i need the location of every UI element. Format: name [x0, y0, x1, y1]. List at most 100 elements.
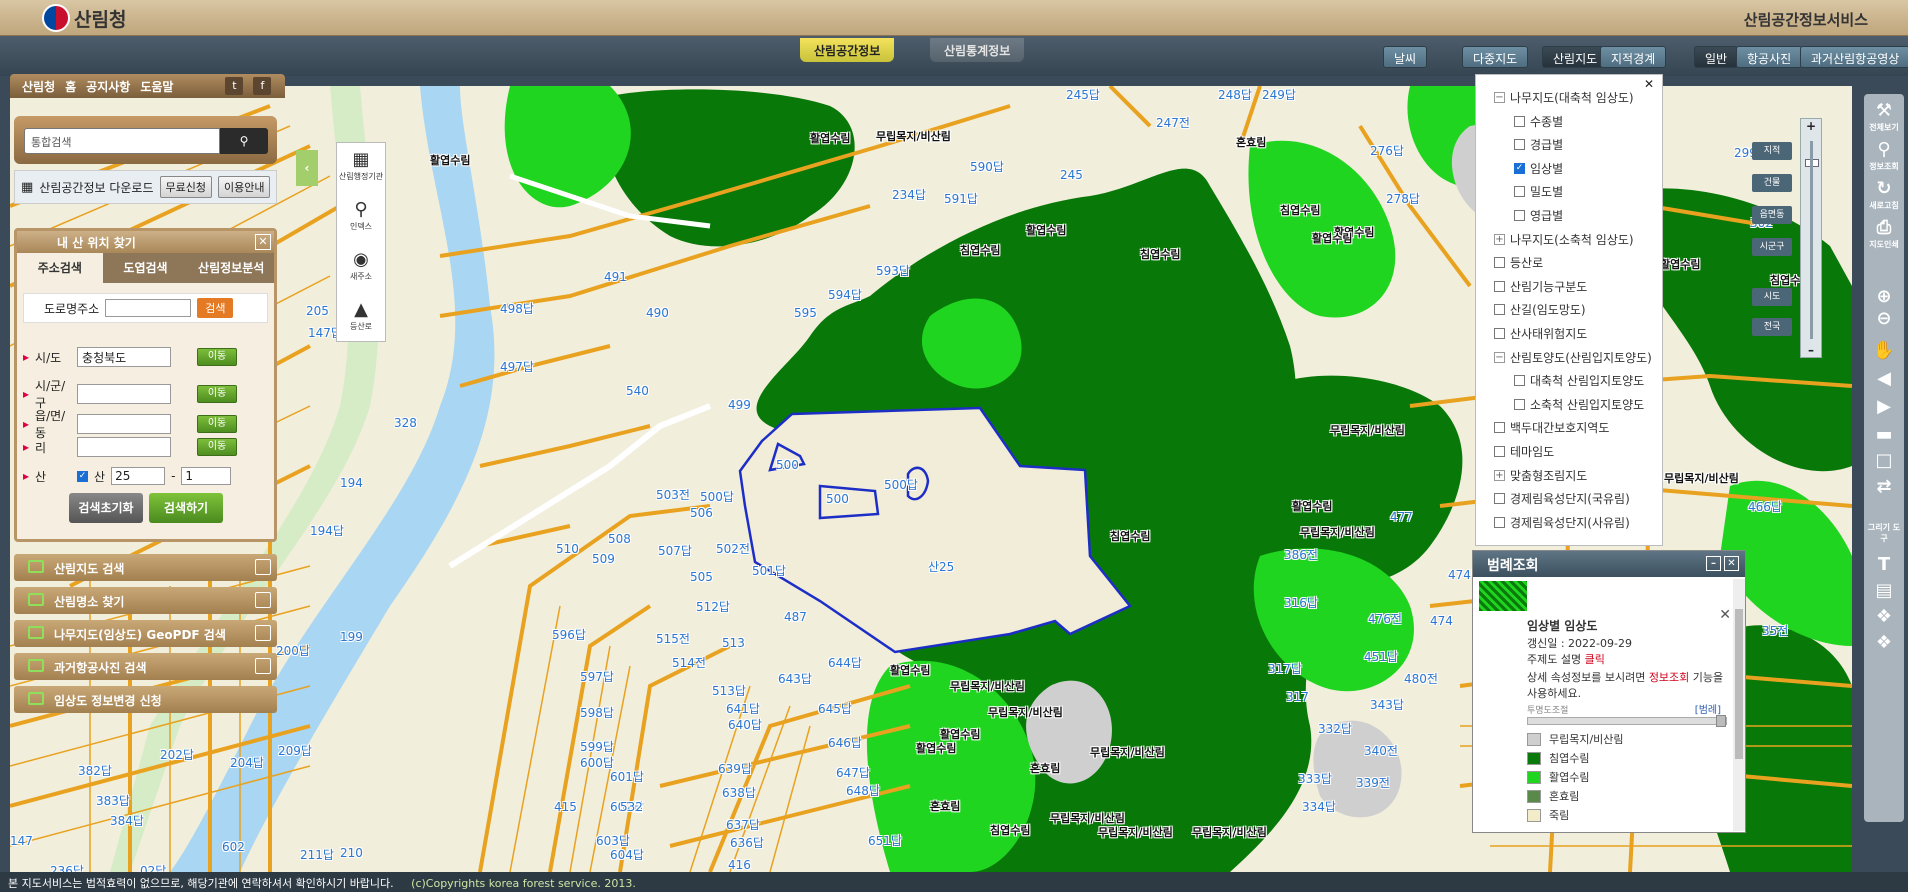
link-help[interactable]: 도움말	[140, 78, 173, 95]
search-input[interactable]: 통합검색	[24, 128, 220, 154]
layer-item[interactable]: ✓ 임상별	[1514, 160, 1563, 177]
expand-icon[interactable]: +	[1494, 469, 1505, 481]
collapse-panel-button[interactable]: ‹	[296, 150, 318, 186]
info-query-button[interactable]: ⚲ 정보조회	[1866, 139, 1902, 172]
do-search-button[interactable]: 검색하기	[149, 493, 223, 523]
layer-item[interactable]: 대축척 산림입지토양도	[1514, 372, 1644, 389]
layer-item[interactable]: + 맞춤형조림지도	[1494, 467, 1587, 484]
layer-item[interactable]: 소축척 산림입지토양도	[1514, 396, 1644, 413]
move-button[interactable]: 이동	[197, 438, 238, 456]
move-button[interactable]: 이동	[197, 415, 238, 433]
tab-forest-statistics[interactable]: 산림통계정보	[930, 38, 1025, 62]
layer-checkbox[interactable]	[1494, 257, 1505, 269]
measure-distance-tool[interactable]: ▬	[1866, 424, 1902, 446]
cadastral-button[interactable]: 지적경계	[1600, 46, 1667, 68]
facebook-icon[interactable]: f	[253, 77, 272, 95]
search-button[interactable]: ⚲	[220, 128, 268, 154]
move-button[interactable]: 이동	[197, 385, 238, 403]
close-icon[interactable]: ✕	[1724, 556, 1739, 571]
trail-button[interactable]: ▲ 등산로	[337, 293, 385, 343]
layer-checkbox[interactable]: ✓	[1514, 162, 1525, 174]
layer-item[interactable]: 테마임도	[1494, 443, 1554, 460]
opacity-slider-handle[interactable]	[1716, 715, 1726, 727]
print-button[interactable]: ⎙ 지도인쇄	[1866, 217, 1902, 250]
minimize-icon[interactable]	[255, 592, 271, 608]
close-icon[interactable]: ✕	[1644, 77, 1654, 91]
zoom-out-icon[interactable]: –	[1801, 343, 1821, 357]
opacity-slider[interactable]	[1527, 715, 1727, 727]
legend-link[interactable]: [범례]	[1695, 701, 1721, 716]
layer-checkbox[interactable]	[1514, 115, 1525, 127]
layer-checkbox[interactable]	[1494, 328, 1505, 339]
zoom-level-eupmyeon[interactable]: 읍면동	[1752, 206, 1792, 224]
info-query-link[interactable]: 정보조회	[1649, 671, 1689, 684]
layer-item[interactable]: 경제림육성단지(사유림)	[1494, 514, 1630, 531]
layer-item[interactable]: − 나무지도(대축척 임상도)	[1494, 89, 1634, 106]
layer-item[interactable]: + 나무지도(소축척 임상도)	[1494, 231, 1634, 248]
layer-item[interactable]: 등산로	[1494, 254, 1543, 271]
zoom-level-sido[interactable]: 시도	[1752, 288, 1792, 306]
san-checkbox[interactable]: ✓	[77, 470, 89, 482]
bu-input[interactable]: 1	[181, 467, 232, 485]
bon-input[interactable]: 25	[111, 467, 166, 485]
twitter-icon[interactable]: t	[225, 77, 244, 95]
sigungu-select[interactable]	[77, 384, 172, 404]
layer-checkbox[interactable]	[1514, 375, 1525, 387]
layer-checkbox[interactable]	[1514, 398, 1525, 410]
accordion-change-request[interactable]: 임상도 정보변경 신청	[14, 686, 277, 713]
sido-select[interactable]: 충청북도	[77, 347, 172, 367]
index-button[interactable]: ⚲ 인덱스	[337, 193, 385, 243]
zoom-level-nation[interactable]: 전국	[1752, 318, 1792, 336]
zoom-in-tool[interactable]: ⊕	[1866, 286, 1902, 308]
layer-checkbox[interactable]	[1514, 139, 1525, 151]
legend-scrollbar[interactable]	[1733, 579, 1745, 831]
accordion-forest-map-search[interactable]: 산림지도 검색	[14, 554, 277, 581]
layer-item[interactable]: − 산림토양도(산림입지토양도)	[1494, 349, 1652, 366]
accordion-past-aerial-search[interactable]: 과거항공사진 검색	[14, 653, 277, 680]
layer-checkbox[interactable]	[1514, 186, 1525, 198]
layer-item[interactable]: 산림기능구분도	[1494, 278, 1587, 295]
aerial-photo-button[interactable]: 항공사진	[1736, 46, 1803, 68]
text-tool[interactable]: T	[1866, 554, 1902, 576]
accordion-forest-attraction[interactable]: 산림명소 찾기	[14, 587, 277, 614]
tab-forest-analysis[interactable]: 산림정보분석	[188, 253, 274, 283]
zoom-in-icon[interactable]: +	[1801, 119, 1821, 133]
tab-forest-space-info[interactable]: 산림공간정보	[800, 38, 895, 62]
zoom-level-building[interactable]: 건물	[1752, 174, 1792, 192]
past-aerial-button[interactable]: 과거산림항공영상	[1800, 46, 1908, 68]
link-home[interactable]: 홈	[65, 78, 76, 95]
admin-office-button[interactable]: ▦ 산림행정기관	[337, 143, 385, 193]
link-forest-service[interactable]: 산림청	[22, 78, 55, 95]
layers-tool-2[interactable]: ❖	[1866, 632, 1902, 654]
layer-checkbox[interactable]	[1494, 422, 1505, 434]
multimap-button[interactable]: 다중지도	[1462, 46, 1529, 68]
move-button[interactable]: 이동	[197, 348, 238, 366]
minimize-icon[interactable]: –	[1706, 556, 1721, 571]
theme-desc-link[interactable]: 클릭	[1585, 653, 1605, 666]
close-icon[interactable]: ✕	[255, 234, 271, 250]
new-address-button[interactable]: ◉ 새주소	[337, 243, 385, 293]
full-view-button[interactable]: ⚒ 전체보기	[1866, 100, 1902, 133]
layers-tool[interactable]: ❖	[1866, 606, 1902, 628]
tab-address-search[interactable]: 주소검색	[17, 253, 103, 283]
layer-item[interactable]: 영급별	[1514, 207, 1563, 224]
accordion-geopdf-search[interactable]: 나무지도(임상도) GeoPDF 검색	[14, 620, 277, 647]
link-notice[interactable]: 공지사항	[86, 78, 130, 95]
layer-item[interactable]: 경제림육성단지(국유림)	[1494, 490, 1630, 507]
swap-tool[interactable]: ⇄	[1866, 476, 1902, 498]
refresh-button[interactable]: ↻ 새로고침	[1866, 178, 1902, 211]
layer-item[interactable]: 산길(임도망도)	[1494, 301, 1586, 318]
reset-search-button[interactable]: 검색초기화	[69, 493, 143, 523]
road-address-input[interactable]	[105, 299, 192, 317]
free-apply-button[interactable]: 무료신청	[159, 176, 212, 198]
measure-area-tool[interactable]: □	[1866, 450, 1902, 472]
next-view-tool[interactable]: ▶	[1866, 396, 1902, 418]
zoom-slider[interactable]: + –	[1800, 118, 1822, 358]
zoom-out-tool[interactable]: ⊖	[1866, 308, 1902, 330]
eup-select[interactable]	[77, 414, 172, 434]
layer-item[interactable]: 수종별	[1514, 113, 1563, 130]
prev-view-tool[interactable]: ◀	[1866, 368, 1902, 390]
minimize-icon[interactable]	[255, 559, 271, 575]
layer-item[interactable]: 산사태위험지도	[1494, 325, 1587, 342]
ri-select[interactable]	[77, 437, 172, 457]
